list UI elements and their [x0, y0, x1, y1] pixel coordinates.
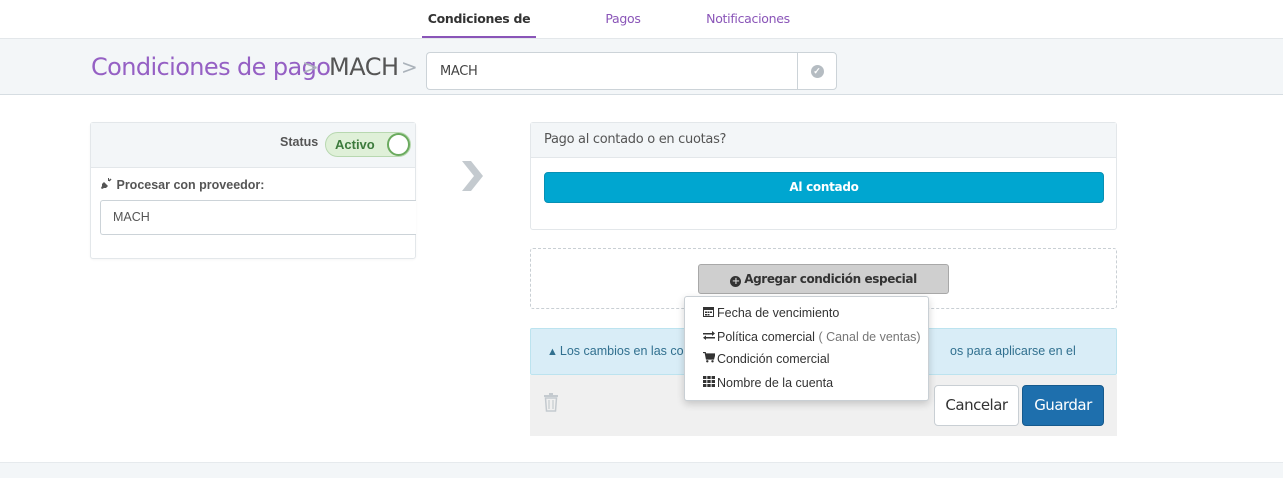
- calendar-icon: [703, 304, 717, 324]
- payment-type-question: Pago al contado o en cuotas?: [531, 123, 1116, 158]
- breadcrumb-current: MACH: [329, 53, 399, 81]
- chevron-right-icon: [462, 161, 483, 191]
- exchange-icon: [703, 328, 717, 348]
- plug-icon: [101, 178, 113, 192]
- warning-icon: ▲: [547, 346, 558, 358]
- menu-item-label: Nombre de la cuenta: [717, 376, 834, 390]
- al-contado-button[interactable]: Al contado: [544, 172, 1104, 203]
- save-button[interactable]: Guardar: [1022, 385, 1104, 426]
- tab-pagos-personalizados[interactable]: Pagos personalizados: [564, 0, 682, 63]
- cart-icon: [703, 350, 717, 370]
- provider-card: Status Activo Procesar con proveedor: MA…: [90, 122, 416, 259]
- toggle-knob: [387, 133, 410, 156]
- menu-item-note: ( Canal de ventas): [818, 330, 921, 344]
- menu-item-nombre-de-la-cuenta[interactable]: Nombre de la cuenta: [703, 373, 833, 393]
- trash-icon[interactable]: [543, 393, 559, 412]
- cancel-button[interactable]: Cancelar: [934, 385, 1019, 426]
- alert-text-left: ▲ Los cambios en las cond: [547, 329, 697, 375]
- provider-card-header: Status Activo: [91, 123, 415, 168]
- menu-item-politica-comercial[interactable]: Política comercial ( Canal de ventas): [703, 327, 921, 347]
- grid-icon: [703, 374, 717, 394]
- provider-select[interactable]: MACH: [100, 200, 416, 235]
- menu-item-label: Condición comercial: [717, 352, 830, 366]
- alert-text-left-body: Los cambios en las cond: [559, 344, 698, 358]
- tab-condiciones-de-pago[interactable]: Condiciones de pago: [422, 0, 536, 63]
- tab-notificaciones[interactable]: Notificaciones: [706, 0, 790, 38]
- status-toggle[interactable]: Activo: [325, 132, 411, 157]
- check-circle-icon: ✓: [810, 64, 824, 78]
- menu-item-condicion-comercial[interactable]: Condición comercial: [703, 349, 830, 369]
- provider-label: Procesar con proveedor:: [101, 178, 264, 192]
- plus-circle-icon: +: [730, 276, 742, 287]
- breadcrumb-root[interactable]: Condiciones de pago: [91, 53, 331, 81]
- confirm-name-button[interactable]: ✓: [797, 52, 837, 90]
- status-toggle-label: Activo: [335, 137, 375, 152]
- page-footer-strip: [0, 462, 1283, 478]
- provider-label-text: Procesar con proveedor:: [116, 178, 265, 192]
- page-header: Condiciones de pago > MACH > ✓: [0, 38, 1283, 95]
- status-label: Status: [280, 135, 319, 149]
- add-special-condition-button[interactable]: + Agregar condición especial: [698, 264, 949, 294]
- payment-type-card: Pago al contado o en cuotas? Al contado: [530, 122, 1117, 230]
- breadcrumb-separator: >: [401, 55, 418, 79]
- condition-name-input[interactable]: [426, 52, 798, 90]
- breadcrumb-separator: >: [302, 55, 319, 79]
- menu-item-fecha-de-vencimiento[interactable]: Fecha de vencimiento: [703, 303, 839, 323]
- top-tabs: Condiciones de pago Pagos personalizados…: [0, 0, 1283, 63]
- add-special-condition-label: Agregar condición especial: [744, 272, 917, 286]
- menu-item-label: Fecha de vencimiento: [717, 306, 840, 320]
- menu-item-label: Política comercial: [717, 330, 815, 344]
- special-condition-menu: Fecha de vencimiento Política comercial …: [684, 296, 929, 401]
